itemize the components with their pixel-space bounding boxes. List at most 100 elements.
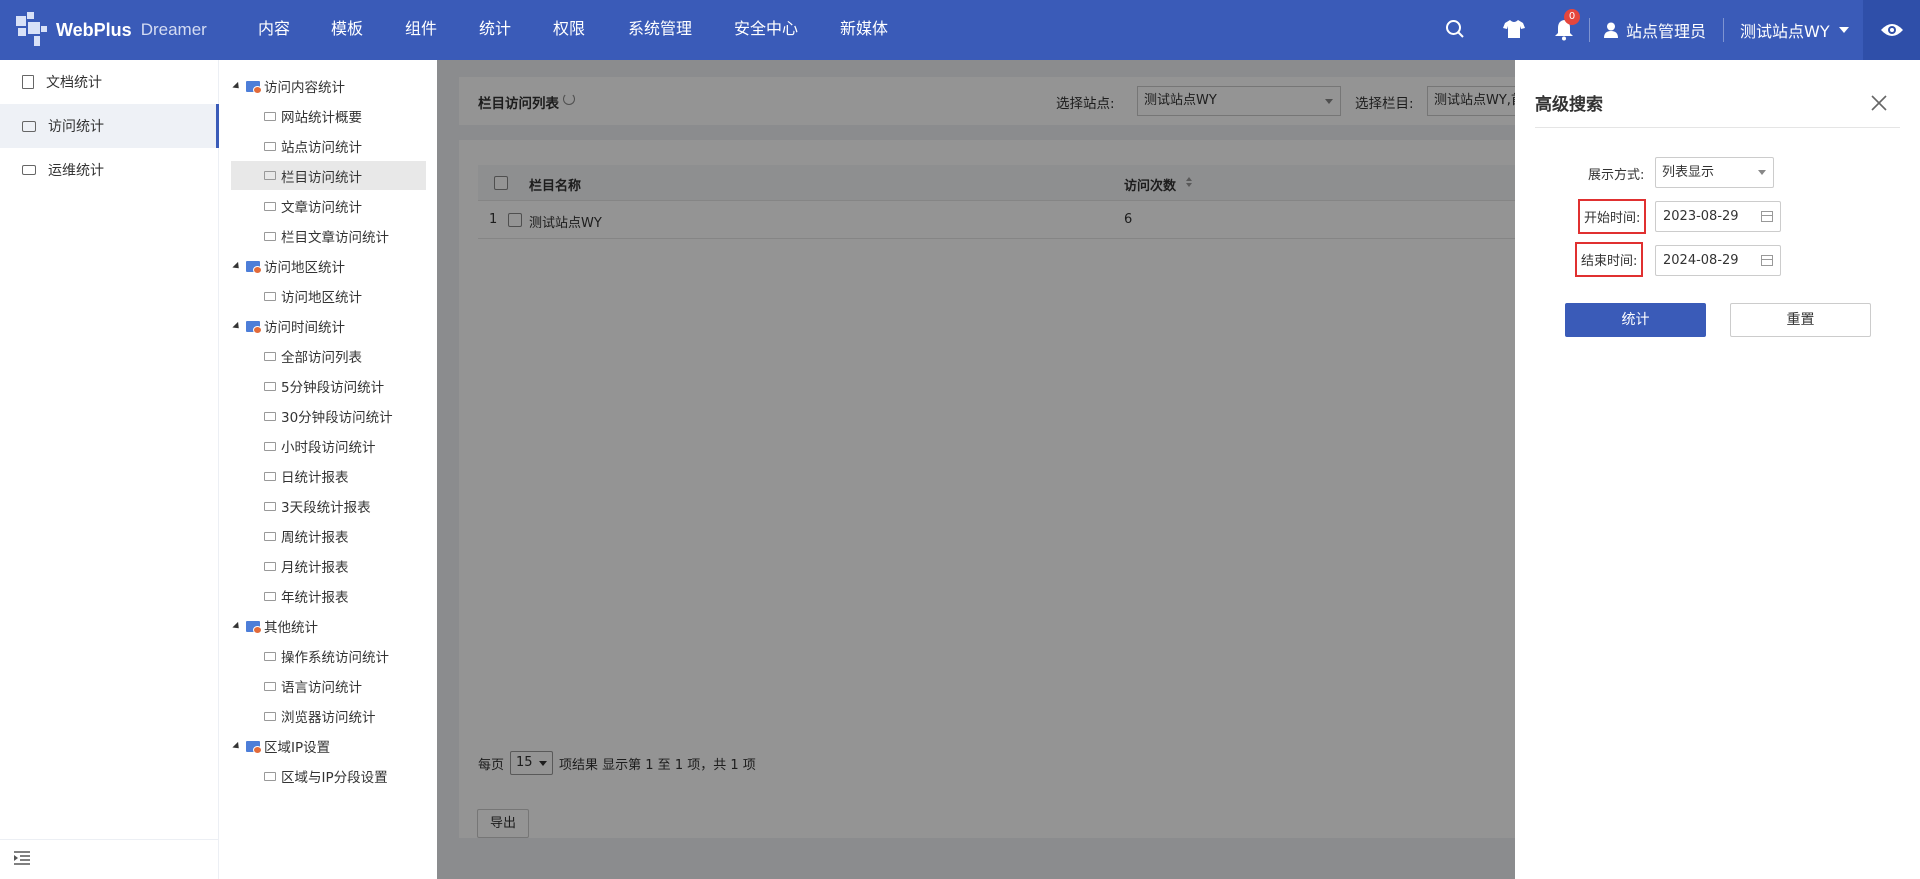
folder-icon — [264, 651, 276, 661]
expand-arrow-icon — [232, 261, 242, 271]
expand-arrow-icon — [232, 621, 242, 631]
tree-group-time-stats[interactable]: 访问时间统计 — [232, 313, 345, 339]
header-divider — [1723, 18, 1724, 42]
preview-button[interactable] — [1863, 0, 1920, 60]
tree-group-content-stats[interactable]: 访问内容统计 — [232, 73, 345, 99]
close-icon[interactable] — [1870, 94, 1888, 112]
tree-group-label: 其他统计 — [264, 620, 318, 636]
nav-permission[interactable]: 权限 — [553, 0, 585, 60]
folder-icon — [264, 141, 276, 151]
tree-item-label: 月统计报表 — [281, 560, 349, 576]
ops-icon — [22, 165, 36, 175]
statistics-submit-button[interactable]: 统计 — [1565, 303, 1706, 337]
tree-group-ip-settings[interactable]: 区域IP设置 — [232, 733, 331, 759]
tree-item[interactable]: 月统计报表 — [264, 553, 349, 579]
user-name: 站点管理员 — [1626, 22, 1707, 41]
notification-badge: 0 — [1564, 9, 1580, 25]
shirt-icon[interactable] — [1503, 19, 1525, 39]
folder-icon — [264, 531, 276, 541]
tree-item-label: 浏览器访问统计 — [281, 710, 376, 726]
tree-item-selected[interactable]: 栏目访问统计 — [231, 161, 426, 190]
site-switcher[interactable]: 测试站点WY — [1740, 0, 1849, 60]
start-time-input[interactable]: 2023-08-29 — [1655, 201, 1781, 232]
tree-item-label: 30分钟段访问统计 — [281, 410, 393, 426]
user-menu[interactable]: 站点管理员 — [1604, 0, 1706, 60]
reset-button[interactable]: 重置 — [1730, 303, 1871, 337]
calendar-icon[interactable] — [1761, 211, 1773, 222]
start-time-value: 2023-08-29 — [1663, 209, 1739, 224]
tree-item-label: 小时段访问统计 — [281, 440, 376, 456]
logo[interactable]: WebPlus Dreamer — [14, 10, 207, 50]
folder-icon — [264, 171, 276, 180]
panel-divider — [1535, 127, 1900, 128]
tree-item-label: 网站统计概要 — [281, 110, 362, 126]
nav-security-center[interactable]: 安全中心 — [734, 0, 798, 60]
tree-item[interactable]: 网站统计概要 — [264, 103, 362, 129]
tree-item[interactable]: 5分钟段访问统计 — [264, 373, 384, 399]
top-navigation-bar: WebPlus Dreamer 内容 模板 组件 统计 权限 系统管理 安全中心… — [0, 0, 1920, 60]
user-icon — [1604, 22, 1618, 38]
tree-item[interactable]: 语言访问统计 — [264, 673, 362, 699]
folder-icon — [264, 471, 276, 481]
modal-overlay[interactable] — [437, 60, 1515, 879]
folder-icon — [264, 771, 276, 781]
nav-system-management[interactable]: 系统管理 — [628, 0, 692, 60]
sidebar-item-access-stats[interactable]: 访问统计 — [0, 104, 219, 148]
tree-item[interactable]: 访问地区统计 — [264, 283, 362, 309]
panel-title: 高级搜索 — [1535, 95, 1603, 115]
tree-item[interactable]: 全部访问列表 — [264, 343, 362, 369]
tree-item-label: 区域与IP分段设置 — [281, 770, 388, 786]
tree-item-label: 文章访问统计 — [281, 200, 362, 216]
tree-item[interactable]: 30分钟段访问统计 — [264, 403, 393, 429]
nav-component[interactable]: 组件 — [405, 0, 437, 60]
sidebar-item-ops-stats[interactable]: 运维统计 — [0, 148, 219, 192]
sidebar-item-document-stats[interactable]: 文档统计 — [0, 60, 219, 104]
sidebar-item-label: 访问统计 — [48, 119, 104, 135]
site-switcher-label: 测试站点WY — [1740, 22, 1830, 41]
calendar-icon[interactable] — [1761, 255, 1773, 266]
tree-group-other-stats[interactable]: 其他统计 — [232, 613, 318, 639]
sidebar-item-label: 文档统计 — [46, 75, 102, 91]
end-time-input[interactable]: 2024-08-29 — [1655, 245, 1781, 276]
folder-icon — [264, 291, 276, 301]
logo-subtitle: Dreamer — [140, 20, 207, 39]
display-mode-select[interactable]: 列表显示 — [1655, 157, 1774, 188]
nav-statistics[interactable]: 统计 — [479, 0, 511, 60]
sidebar-item-label: 运维统计 — [48, 163, 104, 179]
expand-arrow-icon — [232, 321, 242, 331]
expand-arrow-icon — [232, 741, 242, 751]
folder-icon — [264, 201, 276, 211]
tree-item[interactable]: 站点访问统计 — [264, 133, 362, 159]
tree-item[interactable]: 文章访问统计 — [264, 193, 362, 219]
folder-icon — [246, 260, 262, 274]
folder-icon — [264, 711, 276, 721]
tree-item[interactable]: 浏览器访问统计 — [264, 703, 376, 729]
tree-group-region-stats[interactable]: 访问地区统计 — [232, 253, 345, 279]
folder-icon — [264, 231, 276, 241]
tree-group-label: 区域IP设置 — [264, 740, 331, 756]
tree-item[interactable]: 栏目文章访问统计 — [264, 223, 389, 249]
tree-item-label: 周统计报表 — [281, 530, 349, 546]
folder-icon — [246, 80, 262, 94]
collapse-menu-icon[interactable] — [14, 851, 30, 865]
tree-item[interactable]: 年统计报表 — [264, 583, 349, 609]
tree-item[interactable]: 区域与IP分段设置 — [264, 763, 388, 789]
tree-item[interactable]: 周统计报表 — [264, 523, 349, 549]
advanced-search-panel: 高级搜索 展示方式: 列表显示 开始时间: 2023-08-29 结束时间: 2… — [1515, 60, 1920, 879]
tree-item[interactable]: 操作系统访问统计 — [264, 643, 389, 669]
tree-item[interactable]: 日统计报表 — [264, 463, 349, 489]
eye-icon — [1880, 24, 1903, 36]
tree-group-label: 访问地区统计 — [264, 260, 345, 276]
tree-item-label: 操作系统访问统计 — [281, 650, 389, 666]
folder-icon — [264, 501, 276, 511]
nav-template[interactable]: 模板 — [331, 0, 363, 60]
tree-item[interactable]: 3天段统计报表 — [264, 493, 371, 519]
tree-item[interactable]: 小时段访问统计 — [264, 433, 376, 459]
bell-icon[interactable]: 0 — [1554, 9, 1580, 41]
sidebar-divider — [0, 839, 219, 840]
nav-content[interactable]: 内容 — [258, 0, 290, 60]
search-icon[interactable] — [1445, 19, 1465, 39]
end-time-value: 2024-08-29 — [1663, 253, 1739, 268]
nav-new-media[interactable]: 新媒体 — [840, 0, 888, 60]
tree-item-label: 站点访问统计 — [281, 140, 362, 156]
